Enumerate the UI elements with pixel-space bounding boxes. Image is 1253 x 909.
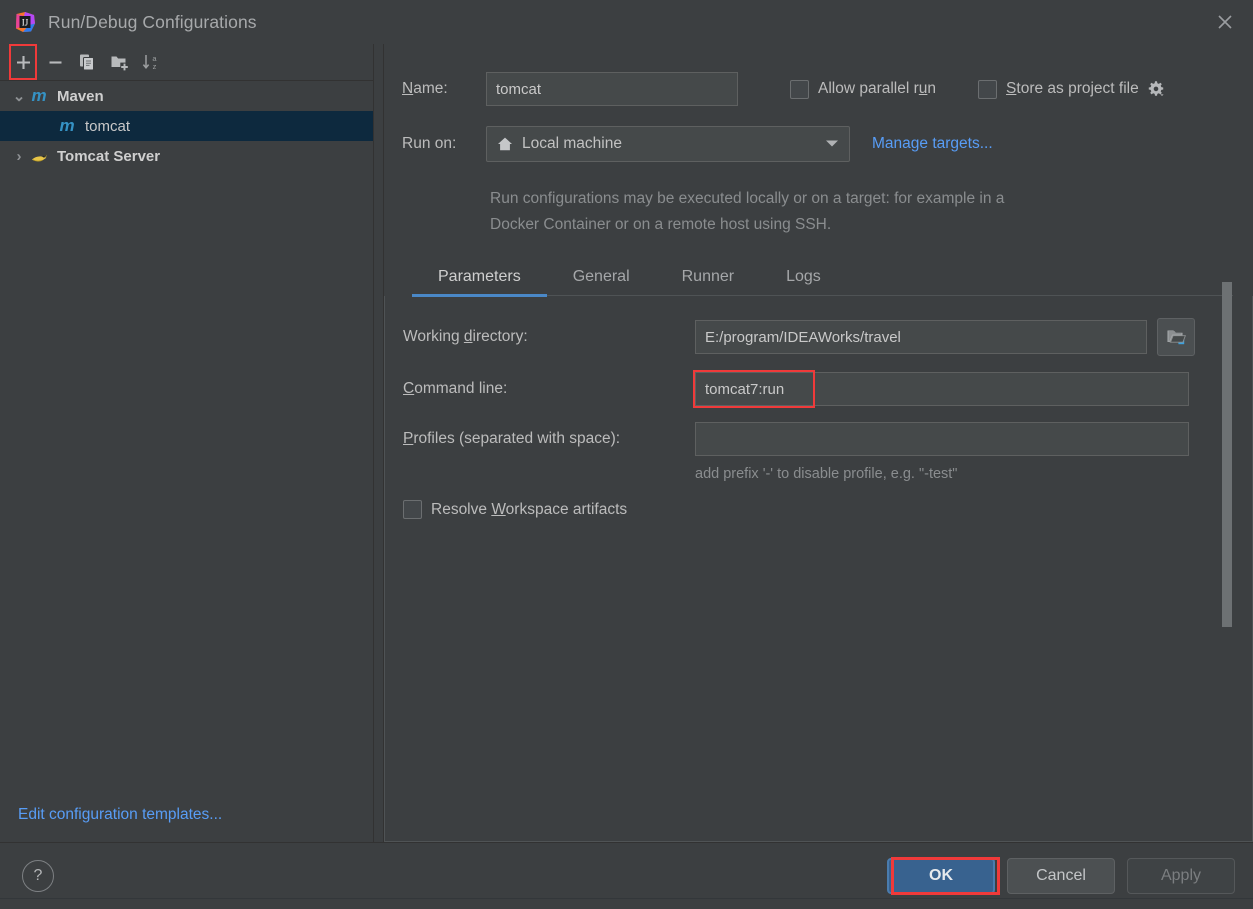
name-label: Name: — [402, 80, 448, 97]
apply-button[interactable]: Apply — [1127, 858, 1235, 894]
folder-open-icon[interactable] — [1167, 329, 1187, 345]
configuration-editor-pane: Name: Allow parallel run Store as projec… — [374, 44, 1253, 842]
configurations-tree[interactable]: ⌄ m Maven m tomcat › Tomcat Server — [0, 81, 373, 788]
tree-item-label: Maven — [57, 87, 104, 105]
tab-runner[interactable]: Runner — [656, 262, 760, 296]
target-hint-text: Run configurations may be executed local… — [490, 190, 1005, 233]
tab-parameters[interactable]: Parameters — [412, 262, 547, 297]
dialog-title: Run/Debug Configurations — [48, 11, 257, 32]
allow-parallel-run-checkbox[interactable]: Allow parallel run — [790, 79, 937, 99]
edit-configuration-templates-row: Edit configuration templates... — [0, 788, 373, 842]
manage-targets-link[interactable]: Manage targets... — [872, 135, 993, 153]
command-line-label: Command line: — [403, 380, 508, 397]
run-on-select[interactable]: Local machine — [486, 126, 850, 162]
dialog-titlebar: IJ Run/Debug Configurations — [0, 0, 1253, 44]
chevron-down-icon[interactable]: ⌄ — [10, 87, 28, 105]
intellij-idea-logo-icon: IJ — [14, 11, 36, 33]
resolve-workspace-artifacts-checkbox[interactable]: Resolve Workspace artifacts — [385, 500, 1252, 519]
run-on-label: Run on: — [402, 135, 457, 152]
help-button[interactable]: ? — [22, 860, 54, 892]
editor-header: Name: Allow parallel run Store as projec… — [374, 44, 1253, 297]
tree-item-tomcat[interactable]: m tomcat — [0, 111, 373, 141]
dialog-body: a z ⌄ m Maven m tomcat › Tomcat Server E… — [0, 44, 1253, 842]
tab-logs[interactable]: Logs — [760, 262, 847, 296]
tree-item-tomcat-server[interactable]: › Tomcat Server — [0, 141, 373, 171]
tree-item-label: Tomcat Server — [57, 147, 161, 165]
chevron-right-icon[interactable]: › — [10, 148, 28, 165]
chevron-down-icon[interactable] — [825, 135, 839, 153]
working-directory-input[interactable] — [695, 320, 1147, 354]
dialog-footer: ? OK Cancel Apply — [0, 842, 1253, 909]
profiles-input[interactable] — [695, 422, 1189, 456]
configurations-pane: a z ⌄ m Maven m tomcat › Tomcat Server E… — [0, 44, 374, 842]
tab-general[interactable]: General — [547, 262, 656, 296]
checkbox-box[interactable] — [403, 500, 422, 519]
profiles-label: Profiles (separated with space): — [403, 430, 621, 447]
working-directory-field-wrap — [695, 318, 1195, 356]
sort-configurations-button[interactable]: a z — [136, 48, 166, 76]
allow-parallel-run-label: Allow parallel run — [818, 80, 937, 97]
configurations-toolbar: a z — [0, 44, 373, 81]
run-on-row: Run on: Local machine Manage targets... — [402, 116, 1233, 172]
new-folder-button[interactable] — [104, 48, 134, 76]
command-line-field-wrap — [693, 370, 1189, 408]
svg-text:IJ: IJ — [22, 17, 29, 27]
working-directory-row: Working directory: — [385, 318, 1252, 356]
add-configuration-button[interactable] — [8, 44, 38, 80]
profiles-row: Profiles (separated with space): — [385, 422, 1252, 456]
ok-button-highlight-box — [891, 857, 1000, 895]
maven-icon: m — [59, 116, 75, 135]
edit-configuration-templates-link[interactable]: Edit configuration templates... — [18, 806, 222, 824]
store-as-project-file-checkbox[interactable]: Store as project file — [978, 79, 1165, 99]
checkbox-box[interactable] — [790, 79, 809, 99]
command-line-row: Command line: — [385, 370, 1252, 408]
working-directory-label: Working directory: — [403, 328, 528, 345]
store-as-project-file-label: Store as project file — [1006, 80, 1139, 97]
name-input[interactable] — [486, 72, 738, 106]
name-row: Name: Allow parallel run Store as projec… — [402, 62, 1233, 116]
tomcat-icon — [28, 147, 50, 165]
close-icon[interactable] — [1197, 0, 1253, 44]
profiles-hint: add prefix '-' to disable profile, e.g. … — [695, 466, 958, 482]
ok-button[interactable]: OK — [887, 857, 1000, 895]
parameters-scrollbar[interactable] — [1222, 282, 1232, 627]
remove-configuration-button[interactable] — [40, 48, 70, 76]
copy-configuration-button[interactable] — [72, 48, 102, 76]
svg-text:z: z — [152, 62, 156, 71]
checkbox-box[interactable] — [978, 79, 998, 99]
home-icon — [497, 136, 513, 152]
gear-dropdown-icon[interactable] — [1147, 80, 1165, 98]
command-line-input[interactable] — [695, 372, 1189, 406]
run-on-value: Local machine — [522, 135, 622, 152]
resolve-workspace-artifacts-label: Resolve Workspace artifacts — [431, 500, 628, 518]
cancel-button[interactable]: Cancel — [1007, 858, 1115, 894]
maven-icon: m — [31, 86, 47, 105]
run-debug-configurations-dialog: IJ Run/Debug Configurations a z ⌄ m Mave… — [0, 0, 1253, 909]
parameters-tab-panel: Working directory: E:/program/IDEAWorks/… — [384, 296, 1253, 842]
tree-item-maven[interactable]: ⌄ m Maven — [0, 81, 373, 111]
tree-item-label: tomcat — [85, 117, 131, 135]
editor-tabs: Parameters General Runner Logs — [412, 262, 1233, 297]
